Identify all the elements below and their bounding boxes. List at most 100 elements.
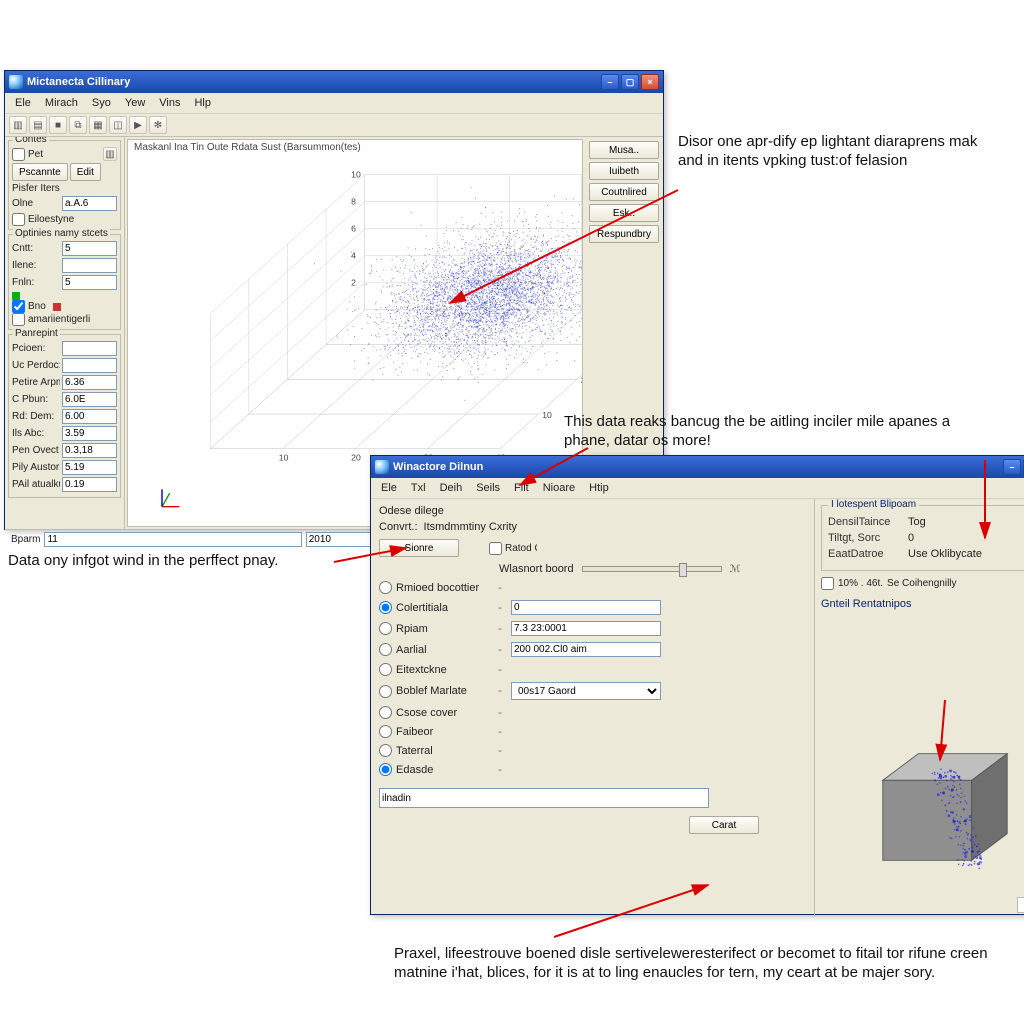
- cube-preview: [855, 727, 1024, 887]
- win1-titlebar[interactable]: Mictanecta Cillinary – ▢ ×: [5, 71, 663, 93]
- close-button[interactable]: ×: [641, 74, 659, 90]
- bno-checkbox[interactable]: [12, 300, 25, 313]
- tab-label[interactable]: Odese dilege: [379, 505, 806, 517]
- free-text-input[interactable]: [379, 788, 709, 808]
- respundbry-button[interactable]: Respundbry: [589, 225, 659, 243]
- side-row-input[interactable]: [62, 392, 117, 407]
- tool-open-icon[interactable]: ▤: [29, 116, 47, 134]
- win2-menubar: Ele Txl Deih Seils Filt Nioare Htip: [371, 478, 1024, 499]
- se-checkbox[interactable]: [821, 577, 834, 590]
- win2-titlebar[interactable]: Winactore Dilnun – ▢ ×: [371, 456, 1024, 478]
- radio-option[interactable]: [379, 643, 392, 656]
- app-icon: [9, 75, 23, 89]
- menu2-ele[interactable]: Ele: [375, 480, 403, 496]
- svg-text:6: 6: [351, 224, 356, 234]
- side-row-input[interactable]: [62, 409, 117, 424]
- menu-hlp[interactable]: Hlp: [188, 95, 217, 111]
- edit-button[interactable]: Edit: [70, 163, 101, 181]
- side-row-input[interactable]: [62, 426, 117, 441]
- menu-mirach[interactable]: Mirach: [39, 95, 84, 111]
- contes-mini-icon[interactable]: ▥: [103, 147, 117, 161]
- minimize-button[interactable]: –: [601, 74, 619, 90]
- menu2-txl[interactable]: Txl: [405, 480, 432, 496]
- tool-chart-icon[interactable]: ◫: [109, 116, 127, 134]
- carat-button[interactable]: Carat: [689, 816, 759, 834]
- counter-readout: 0.031: [1017, 897, 1024, 913]
- win2-title: Winactore Dilnun: [393, 461, 1003, 473]
- tool-copy-icon[interactable]: ⧉: [69, 116, 87, 134]
- tool-save-icon[interactable]: ■: [49, 116, 67, 134]
- tool-grid-icon[interactable]: ▦: [89, 116, 107, 134]
- pcoen-input[interactable]: [62, 341, 117, 356]
- radio-option[interactable]: [379, 725, 392, 738]
- menu-yew[interactable]: Yew: [119, 95, 151, 111]
- menu2-deih[interactable]: Deih: [434, 480, 469, 496]
- ilene-input[interactable]: [62, 258, 117, 273]
- menu2-htip[interactable]: Htip: [583, 480, 615, 496]
- radio-option[interactable]: [379, 601, 392, 614]
- upperdoc-input[interactable]: [62, 358, 117, 373]
- menu-ele[interactable]: Ele: [9, 95, 37, 111]
- viewport-slider[interactable]: [582, 566, 722, 572]
- side-row-input[interactable]: [62, 460, 117, 475]
- elestysie-checkbox[interactable]: [12, 213, 25, 226]
- side-row-input[interactable]: [62, 477, 117, 492]
- viewport-label: Wlasnort boord: [499, 563, 574, 575]
- side-row-input[interactable]: [62, 443, 117, 458]
- green-square-icon: [12, 292, 20, 300]
- dash-icon: -: [495, 764, 505, 776]
- olne-input[interactable]: [62, 196, 117, 211]
- radio-option[interactable]: [379, 581, 392, 594]
- right-sub-head: Gnteil Rentatnipos: [821, 598, 1024, 610]
- radio-text-input[interactable]: [511, 600, 661, 615]
- maximize-button[interactable]: ▢: [621, 74, 639, 90]
- radio-option[interactable]: [379, 744, 392, 757]
- annotation-4: Praxel, lifeestrouve boened disle sertiv…: [394, 945, 1004, 983]
- dash-icon: -: [495, 623, 505, 635]
- sionre-button[interactable]: Sionre: [379, 539, 459, 557]
- radio-option[interactable]: [379, 685, 392, 698]
- radio-option[interactable]: [379, 663, 392, 676]
- group-contes-title: Contes: [13, 137, 49, 145]
- tool-gear-icon[interactable]: ✻: [149, 116, 167, 134]
- iuibeth-button[interactable]: Iuibeth: [589, 162, 659, 180]
- menu2-nioare[interactable]: Nioare: [537, 480, 581, 496]
- dash-icon: -: [495, 644, 505, 656]
- radio-label: Eitextckne: [396, 664, 447, 676]
- dash-icon: -: [495, 726, 505, 738]
- radio-text-input[interactable]: [511, 621, 661, 636]
- slider-thumb-icon[interactable]: [679, 563, 687, 577]
- menu2-filt[interactable]: Filt: [508, 480, 535, 496]
- radio-text-input[interactable]: [511, 642, 661, 657]
- contes-checkbox[interactable]: [12, 148, 25, 161]
- musa-button[interactable]: Musa..: [589, 141, 659, 159]
- radio-select[interactable]: 00s17 Gaord: [511, 682, 661, 700]
- menu-syo[interactable]: Syo: [86, 95, 117, 111]
- esk-button[interactable]: Esk..: [589, 204, 659, 222]
- ilene-label: Ilene:: [12, 260, 60, 271]
- coutnlired-button[interactable]: Coutnlired: [589, 183, 659, 201]
- menu-vins[interactable]: Vins: [153, 95, 186, 111]
- minimize-button[interactable]: –: [1003, 459, 1021, 475]
- tool-play-icon[interactable]: ▶: [129, 116, 147, 134]
- params-button[interactable]: Pscannte: [12, 163, 68, 181]
- status-field-a[interactable]: [44, 532, 301, 547]
- side-row-input[interactable]: [62, 375, 117, 390]
- radio-option[interactable]: [379, 622, 392, 635]
- fnln-input[interactable]: [62, 275, 117, 290]
- group-contes: Contes Pet ▥ Pscannte Edit Pisfer Iters …: [8, 140, 121, 230]
- radio-option[interactable]: [379, 763, 392, 776]
- menu2-seils[interactable]: Seils: [470, 480, 506, 496]
- radio-option[interactable]: [379, 706, 392, 719]
- info-key: EaatDatroe: [828, 548, 898, 560]
- cntt-input[interactable]: [62, 241, 117, 256]
- svg-text:2: 2: [351, 278, 356, 288]
- radio-label: Boblef Marlate: [396, 685, 467, 697]
- side-row-label: Pily Austoric: [12, 462, 60, 473]
- ratod-checkbox[interactable]: [489, 542, 502, 555]
- tool-new-icon[interactable]: ▥: [9, 116, 27, 134]
- side-row-label: Rd: Dem:: [12, 411, 60, 422]
- pcoen-label: Pcioen:: [12, 343, 60, 354]
- amari-checkbox[interactable]: [12, 313, 25, 326]
- contes-check-label: Pet: [28, 149, 43, 160]
